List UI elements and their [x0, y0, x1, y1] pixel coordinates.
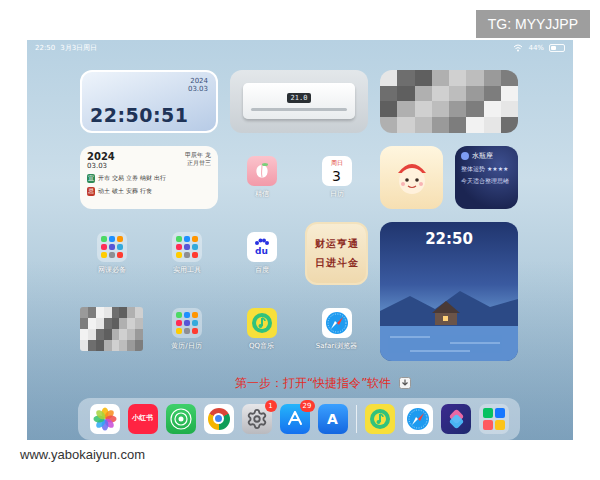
horoscope-line: 今天适合整理思绪 — [461, 177, 512, 185]
app-cell[interactable]: 精信 — [230, 146, 293, 209]
baidu-app-icon[interactable]: du — [247, 232, 277, 262]
page: TG: MYYJJPP 22:50 3月3日周日 44% 202403.0322:50:… — [0, 0, 600, 480]
pixelated-app[interactable] — [80, 307, 143, 351]
appstore-app-icon[interactable]: 29 — [280, 404, 310, 434]
safari-app-icon[interactable] — [403, 404, 433, 434]
qqmusic-app-icon[interactable] — [247, 308, 277, 338]
paw-icon — [254, 238, 270, 247]
folder-app-icon[interactable] — [172, 232, 202, 262]
music-note-icon — [250, 311, 274, 335]
fortune-line: 财运亨通 — [315, 237, 359, 251]
air-conditioner-widget[interactable]: 21.0 — [230, 70, 368, 133]
horoscope-widget[interactable]: 水瓶座整体运势 ★★★★今天适合整理思绪 — [455, 146, 518, 209]
home-grid: 202403.0322:50:51 21.0 202403.03甲辰年 龙正月廿三宜… — [80, 70, 573, 361]
photos-flower-icon — [92, 406, 118, 432]
app-label: QQ音乐 — [249, 341, 274, 351]
findmy-app-icon[interactable] — [166, 404, 196, 434]
compass-icon — [405, 406, 431, 432]
safari-app-icon[interactable] — [322, 308, 352, 338]
instruction-row: 第一步：打开“快捷指令”软件 — [27, 375, 573, 392]
battery-icon — [549, 44, 565, 52]
app-label: Safari浏览器 — [316, 341, 357, 351]
app-label: 实用工具 — [173, 265, 201, 275]
ipad-home-screen: 22:503月3日周日44%202403.0322:50:5121.020240… — [27, 40, 573, 440]
notification-badge: 29 — [300, 400, 315, 412]
app-label: 网课必备 — [98, 265, 126, 275]
zodiac-icon — [461, 152, 469, 160]
top-margin: TG: MYYJJPP — [0, 0, 600, 40]
photos-app-icon[interactable] — [90, 404, 120, 434]
gear-icon — [246, 408, 268, 430]
dock: 小红书129A — [78, 398, 520, 440]
temperature-display: 21.0 — [287, 93, 312, 103]
app-label: 日历 — [330, 189, 344, 199]
notification-badge: 1 — [265, 400, 277, 412]
translate-app-icon[interactable]: A — [318, 404, 348, 434]
xiaohongshu-app-icon[interactable]: 小红书 — [128, 404, 158, 434]
night-clock-widget[interactable]: 22:50 — [380, 222, 518, 361]
status-date: 3月3日周日 — [60, 43, 97, 53]
horoscope-line: 整体运势 ★★★★ — [461, 165, 512, 173]
peach-icon — [252, 161, 272, 181]
wifi-icon — [513, 44, 523, 52]
folder-app-icon[interactable] — [97, 232, 127, 262]
folder-app-icon[interactable] — [172, 308, 202, 338]
app-cell[interactable]: Safari浏览器 — [305, 298, 368, 361]
app-cell[interactable]: du 百度 — [230, 222, 293, 285]
chrome-logo-icon — [208, 408, 230, 430]
app-cell[interactable]: 实用工具 — [155, 222, 218, 285]
almanac-line: 宜开市 交易 立券 纳财 出行 — [87, 174, 211, 183]
shortcuts-app-icon[interactable] — [441, 404, 471, 434]
download-icon — [399, 377, 411, 389]
watermark: TG: MYYJJPP — [476, 10, 590, 38]
dock-divider — [356, 405, 357, 433]
almanac-widget[interactable]: 202403.03甲辰年 龙正月廿三宜开市 交易 立券 纳财 出行忌动土 破土 … — [80, 146, 218, 209]
bottom-margin: www.yabokaiyun.com — [0, 440, 600, 480]
status-time: 22:50 — [35, 44, 55, 52]
chrome-app-icon[interactable] — [204, 404, 234, 434]
clock-time: 22:50:51 — [90, 104, 208, 126]
qqmusic-app-icon[interactable] — [365, 404, 395, 434]
peach-app-icon[interactable] — [247, 156, 277, 186]
app-cell[interactable]: 周日3 日历 — [305, 146, 368, 209]
widget-time: 22:50 — [425, 230, 473, 248]
almanac-line: 忌动土 破土 安葬 行丧 — [87, 187, 211, 196]
app-cell[interactable]: QQ音乐 — [230, 298, 293, 361]
app-cell[interactable]: 网课必备 — [80, 222, 143, 285]
cartoon-character-icon — [388, 153, 436, 201]
app-cell[interactable]: 黄历/日历 — [155, 298, 218, 361]
settings-app-icon[interactable]: 1 — [242, 404, 272, 434]
pixelated-widget[interactable] — [380, 70, 518, 133]
night-landscape-icon — [380, 271, 518, 361]
compass-icon — [324, 310, 350, 336]
find-my-icon — [168, 406, 194, 432]
status-bar: 22:50 3月3日周日 44% — [27, 40, 573, 56]
character-widget[interactable] — [380, 146, 443, 209]
battery-percent: 44% — [528, 44, 544, 52]
air-conditioner-icon: 21.0 — [243, 83, 355, 119]
app-label: 黄历/日历 — [171, 341, 201, 351]
music-note-icon — [368, 407, 392, 431]
shortcuts-icon — [445, 408, 467, 430]
app-label: 百度 — [255, 265, 269, 275]
instruction-text: 第一步：打开“快捷指令”软件 — [235, 375, 391, 392]
calendar-app-icon[interactable]: 周日3 — [322, 156, 352, 186]
library-app-icon[interactable] — [479, 404, 509, 434]
watermark: www.yabokaiyun.com — [10, 440, 155, 468]
clock-widget[interactable]: 202403.0322:50:51 — [80, 70, 218, 133]
fortune-line: 日进斗金 — [315, 256, 359, 270]
fortune-widget[interactable]: 财运亨通日进斗金 — [305, 222, 368, 285]
app-label: 精信 — [255, 189, 269, 199]
